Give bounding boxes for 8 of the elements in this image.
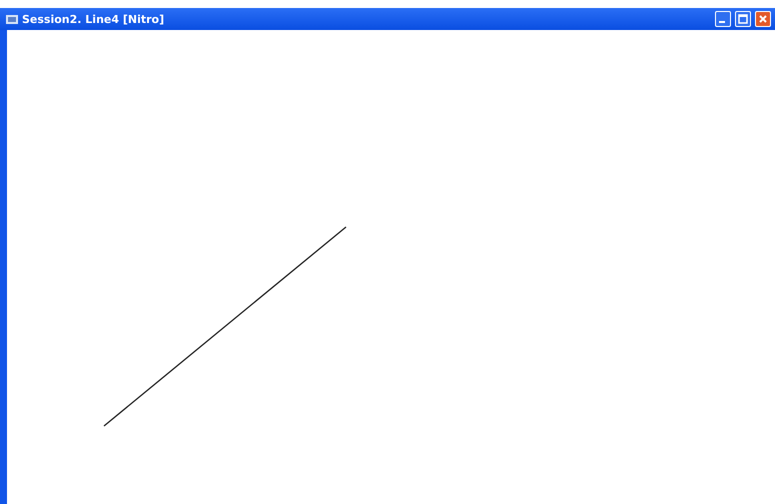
minimize-icon xyxy=(719,21,725,23)
maximize-icon xyxy=(738,14,748,24)
maximize-button[interactable] xyxy=(735,11,751,27)
minimize-button[interactable] xyxy=(715,11,731,27)
close-icon xyxy=(758,14,768,24)
close-button[interactable] xyxy=(755,11,771,27)
window-title: Session2. Line4 [Nitro] xyxy=(22,12,166,26)
app-icon xyxy=(6,14,18,24)
